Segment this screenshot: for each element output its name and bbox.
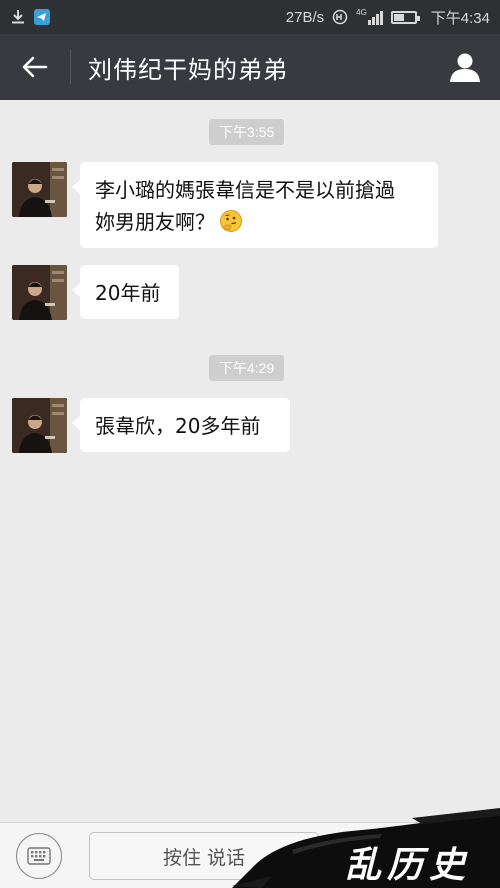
message-text: 妳男朋友啊？ [95,210,215,234]
avatar[interactable] [12,265,67,320]
chat-title: 刘伟纪干妈的弟弟 [88,55,288,84]
network-type-label: 4G [356,8,367,17]
status-right: 27B/s 4G 下午4:34 [286,7,490,28]
watermark-text: 乱历史 [345,844,472,886]
message-text: 李小璐的媽張韋信是不是以前搶過 [95,178,395,202]
avatar[interactable] [12,398,67,453]
timestamp: 下午3:55 [209,119,285,145]
keyboard-icon [27,847,51,865]
header-divider [70,50,71,84]
message-bubble[interactable]: 李小璐的媽張韋信是不是以前搶過 妳男朋友啊？ [72,162,438,248]
message-text: 20年前 [95,281,161,305]
message-text: 張韋欣，20多年前 [95,414,261,438]
chat-info-button[interactable] [430,34,500,100]
avatar-photo [12,265,67,320]
chat-header: 刘伟纪干妈的弟弟 [0,34,500,100]
back-button[interactable] [0,34,70,100]
message-bubble[interactable]: 20年前 [72,265,179,319]
network-speed: 27B/s [285,8,325,26]
avatar-photo [12,398,67,453]
thinking-face-icon [220,210,242,232]
hd-call-icon [332,9,348,25]
back-arrow-icon [22,56,48,78]
keyboard-toggle-button[interactable] [16,833,62,879]
status-left [10,9,50,25]
message-bubble[interactable]: 張韋欣，20多年前 [72,398,290,452]
timestamp: 下午4:29 [209,355,285,381]
avatar[interactable] [12,162,67,217]
status-bar: 27B/s 4G 下午4:34 [0,0,500,34]
status-time: 下午4:34 [430,9,490,27]
person-icon [450,53,480,82]
download-icon [12,10,24,24]
signal-icon: 4G [356,9,383,25]
battery-icon [390,10,420,24]
telegram-app-icon [34,9,50,25]
avatar-photo [12,162,67,217]
message-list[interactable]: 下午3:55 李小璐的媽張韋信是不是以前搶過 妳男朋友啊？ 20年前 下午4:2… [0,100,500,822]
